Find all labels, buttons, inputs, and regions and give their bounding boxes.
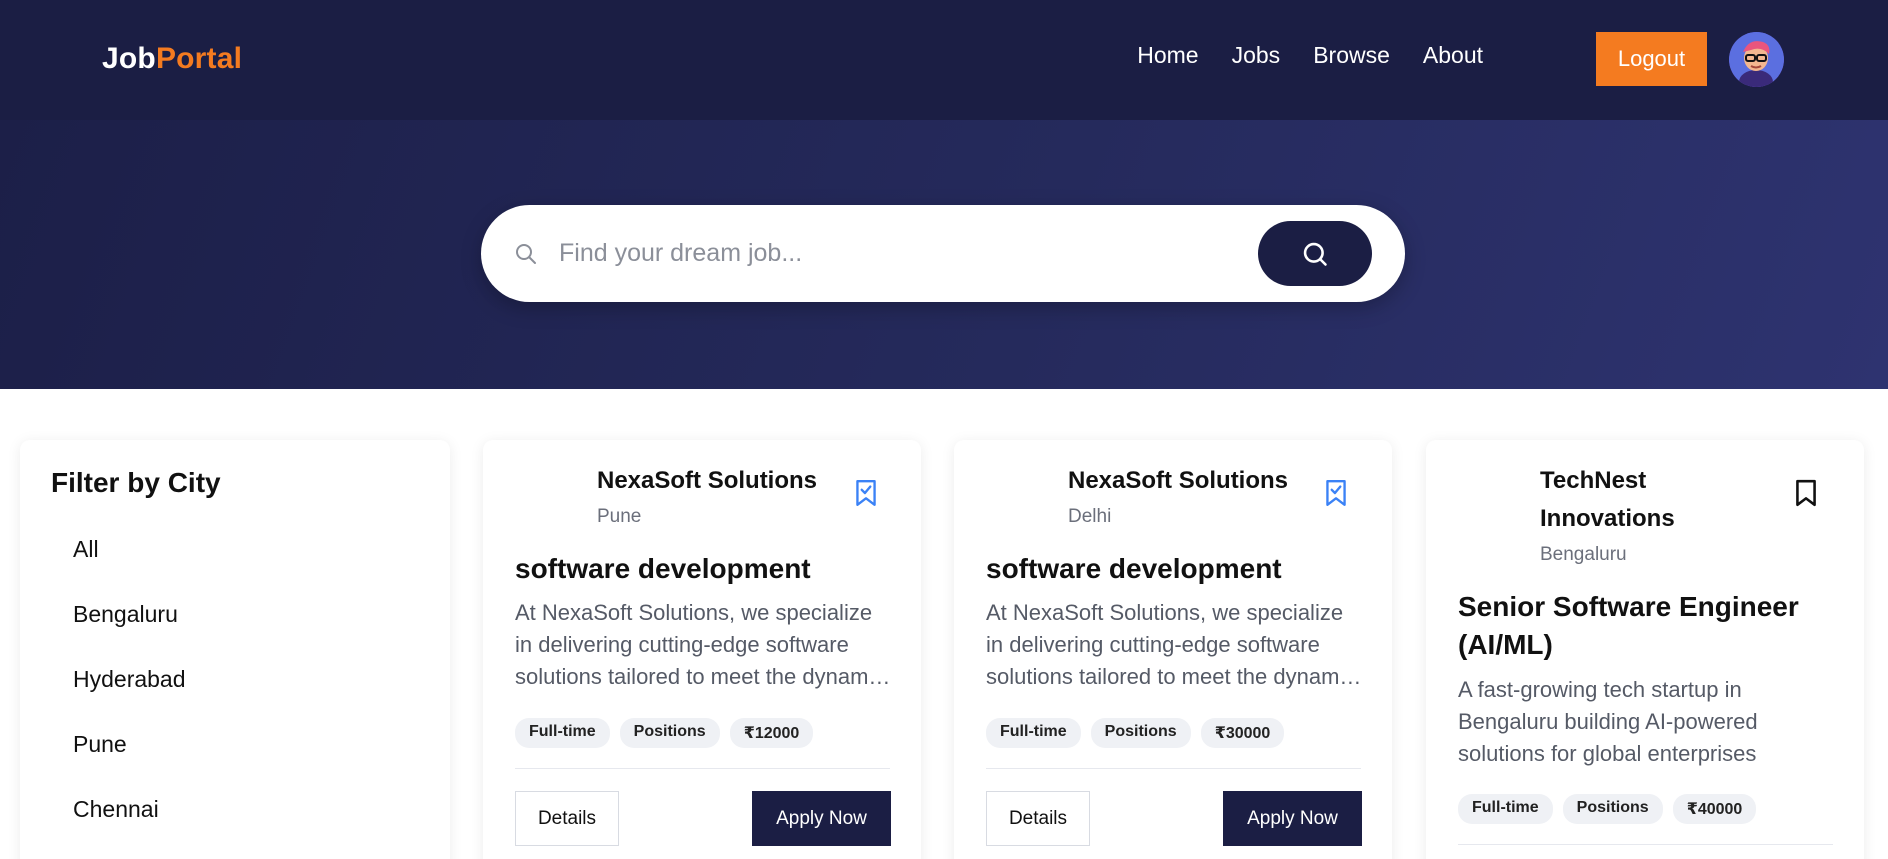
salary-badge: ₹12000 (729, 718, 814, 748)
details-button[interactable]: Details (515, 791, 619, 846)
search-bar (481, 205, 1405, 302)
job-description: At NexaSoft Solutions, we specialize in … (986, 600, 1356, 689)
apply-now-button[interactable]: Apply Now (752, 791, 891, 846)
search-input[interactable] (559, 231, 1199, 276)
positions-badge: Positions (1562, 794, 1663, 824)
job-title: software development (986, 553, 1282, 584)
company-name: TechNest Innovations (1540, 467, 1675, 532)
logo-text-accent: Portal (155, 42, 243, 75)
nav-links: Home Jobs Browse About (1137, 42, 1483, 69)
job-type-badge: Full-time (986, 718, 1081, 748)
nav-about-link[interactable]: About (1423, 42, 1483, 69)
details-button[interactable]: Details (986, 791, 1090, 846)
nav-browse-link[interactable]: Browse (1313, 42, 1390, 69)
search-submit-icon (1303, 242, 1327, 266)
job-card: TechNest Innovations Bengaluru Senior So… (1426, 440, 1864, 859)
nav-home-link[interactable]: Home (1137, 42, 1198, 69)
company-name: NexaSoft Solutions (597, 467, 818, 494)
nav-jobs-link[interactable]: Jobs (1232, 42, 1281, 69)
company-location: Bengaluru (1540, 544, 1627, 565)
card-divider (515, 768, 890, 769)
positions-badge: Positions (1090, 718, 1191, 748)
sidebar-title: Filter by City (51, 467, 221, 498)
city-list: All Bengaluru Hyderabad Pune Chennai (73, 536, 186, 859)
job-card: NexaSoft Solutions Pune software develop… (483, 440, 921, 859)
bookmark-saved-icon[interactable] (1323, 478, 1349, 508)
company-name: NexaSoft Solutions (1068, 467, 1289, 494)
logo[interactable]: JobPortal (102, 42, 242, 76)
company-location: Delhi (1068, 506, 1112, 527)
card-divider (1458, 844, 1833, 845)
city-filter-sidebar: Filter by City All Bengaluru Hyderabad P… (20, 440, 450, 859)
city-option-bengaluru[interactable]: Bengaluru (73, 601, 186, 666)
apply-now-button[interactable]: Apply Now (1223, 791, 1362, 846)
city-option-pune[interactable]: Pune (73, 731, 186, 796)
job-tags: Full-time Positions ₹12000 (515, 718, 814, 748)
positions-badge: Positions (619, 718, 720, 748)
city-option-all[interactable]: All (73, 536, 186, 601)
city-option-chennai[interactable]: Chennai (73, 796, 186, 859)
logout-button[interactable]: Logout (1596, 32, 1707, 86)
logo-text-primary: Job (102, 42, 156, 75)
job-title: software development (515, 553, 811, 584)
salary-badge: ₹30000 (1200, 718, 1285, 748)
avatar[interactable] (1729, 32, 1784, 87)
bookmark-saved-icon[interactable] (853, 478, 879, 508)
avatar-illustration-icon (1729, 32, 1784, 87)
job-description: At NexaSoft Solutions, we specialize in … (515, 600, 885, 689)
salary-badge: ₹40000 (1672, 794, 1757, 824)
job-description: A fast-growing tech startup in Bengaluru… (1458, 677, 1758, 766)
bookmark-icon[interactable] (1793, 478, 1819, 508)
search-icon (516, 244, 536, 264)
job-tags: Full-time Positions ₹30000 (986, 718, 1285, 748)
city-option-hyderabad[interactable]: Hyderabad (73, 666, 186, 731)
job-type-badge: Full-time (515, 718, 610, 748)
company-location: Pune (597, 506, 642, 527)
job-card: NexaSoft Solutions Delhi software develo… (954, 440, 1392, 859)
search-button[interactable] (1258, 221, 1372, 286)
navbar: JobPortal Home Jobs Browse About Logout (0, 0, 1888, 120)
job-tags: Full-time Positions ₹40000 (1458, 794, 1757, 824)
job-title: Senior Software Engineer (AI/ML) (1458, 591, 1799, 660)
card-divider (986, 768, 1361, 769)
job-type-badge: Full-time (1458, 794, 1553, 824)
